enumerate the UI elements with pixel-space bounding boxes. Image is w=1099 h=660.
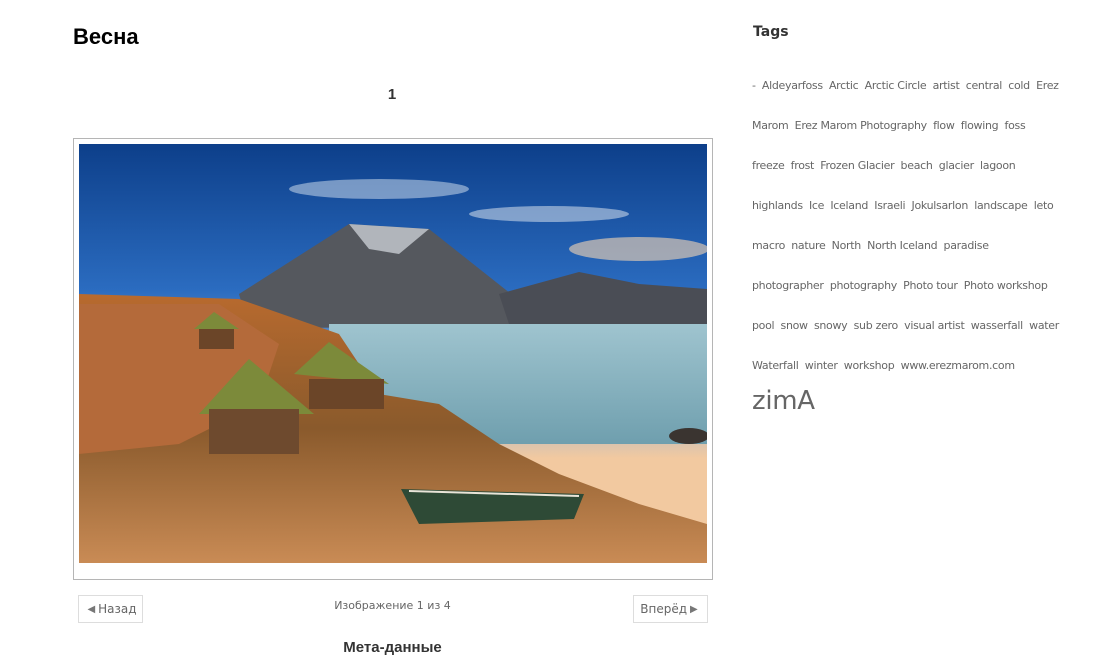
tag-link[interactable]: workshop xyxy=(844,359,895,372)
tag-link[interactable]: beach xyxy=(901,159,933,172)
tag-link[interactable]: Aldeyarfoss xyxy=(762,79,823,92)
tag-link[interactable]: frost xyxy=(791,159,815,172)
tag-link[interactable]: nature xyxy=(791,239,826,252)
page-title: Весна xyxy=(73,24,139,49)
prev-button[interactable]: ◀ Назад xyxy=(78,595,143,623)
tag-link[interactable]: North Iceland xyxy=(867,239,937,252)
tag-link[interactable]: snow xyxy=(781,319,809,332)
triangle-right-icon: ▶ xyxy=(690,603,698,615)
next-button[interactable]: Вперёд ▶ xyxy=(633,595,708,623)
tag-link[interactable]: Frozen Glacier xyxy=(820,159,894,172)
tag-link[interactable]: wasserfall xyxy=(971,319,1024,332)
tag-link[interactable]: artist xyxy=(933,79,960,92)
tag-link[interactable]: central xyxy=(966,79,1003,92)
tag-link[interactable]: winter xyxy=(805,359,838,372)
tag-link[interactable]: lagoon xyxy=(980,159,1016,172)
tag-link[interactable]: sub zero xyxy=(854,319,899,332)
tag-link[interactable]: macro xyxy=(752,239,785,252)
gallery-photo[interactable] xyxy=(79,144,707,563)
tag-link[interactable]: Arctic Circle xyxy=(865,79,927,92)
metadata-heading: Мета-данные xyxy=(343,639,442,656)
tag-link[interactable]: Photo tour xyxy=(903,279,958,292)
image-number: 1 xyxy=(387,86,397,103)
tag-link[interactable]: pool xyxy=(752,319,775,332)
tags-heading: Tags xyxy=(753,24,789,40)
tag-link[interactable]: leto xyxy=(1034,199,1054,212)
tag-link[interactable]: Arctic xyxy=(829,79,859,92)
tag-link[interactable]: freeze xyxy=(752,159,785,172)
tag-link[interactable]: photographer xyxy=(752,279,824,292)
photo-frame xyxy=(73,138,713,580)
tag-link[interactable]: Erez Marom Photography xyxy=(795,119,928,132)
tag-link[interactable]: snowy xyxy=(814,319,848,332)
tag-link[interactable]: cold xyxy=(1008,79,1030,92)
tag-link[interactable]: North xyxy=(832,239,862,252)
tag-link[interactable]: paradise xyxy=(944,239,989,252)
image-counter: Изображение 1 из 4 xyxy=(334,599,451,612)
tag-link[interactable]: Photo workshop xyxy=(964,279,1048,292)
tag-link[interactable]: photography xyxy=(830,279,897,292)
tag-link[interactable]: flow xyxy=(933,119,955,132)
landscape-image xyxy=(79,144,707,563)
triangle-left-icon: ◀ xyxy=(87,603,96,615)
tag-link[interactable]: glacier xyxy=(939,159,974,172)
tag-link[interactable]: foss xyxy=(1005,119,1026,132)
tag-link[interactable]: Ice xyxy=(809,199,824,212)
tag-link[interactable]: highlands xyxy=(752,199,803,212)
tag-link[interactable]: flowing xyxy=(961,119,999,132)
tag-cloud: - Aldeyarfoss Arctic Arctic Circle artis… xyxy=(752,66,1062,426)
tag-link[interactable]: Israeli xyxy=(874,199,905,212)
tag-link[interactable]: Jokulsarlon xyxy=(912,199,969,212)
tag-link[interactable]: - xyxy=(752,79,756,92)
prev-label: Назад xyxy=(98,602,137,616)
tag-link[interactable]: zimA xyxy=(752,386,815,416)
next-label: Вперёд xyxy=(640,602,688,616)
tag-link[interactable]: visual artist xyxy=(904,319,965,332)
tag-link[interactable]: www.erezmarom.com xyxy=(901,359,1015,372)
tag-link[interactable]: landscape xyxy=(974,199,1028,212)
tag-link[interactable]: Waterfall xyxy=(752,359,799,372)
tag-link[interactable]: water xyxy=(1029,319,1059,332)
tag-link[interactable]: Iceland xyxy=(830,199,868,212)
